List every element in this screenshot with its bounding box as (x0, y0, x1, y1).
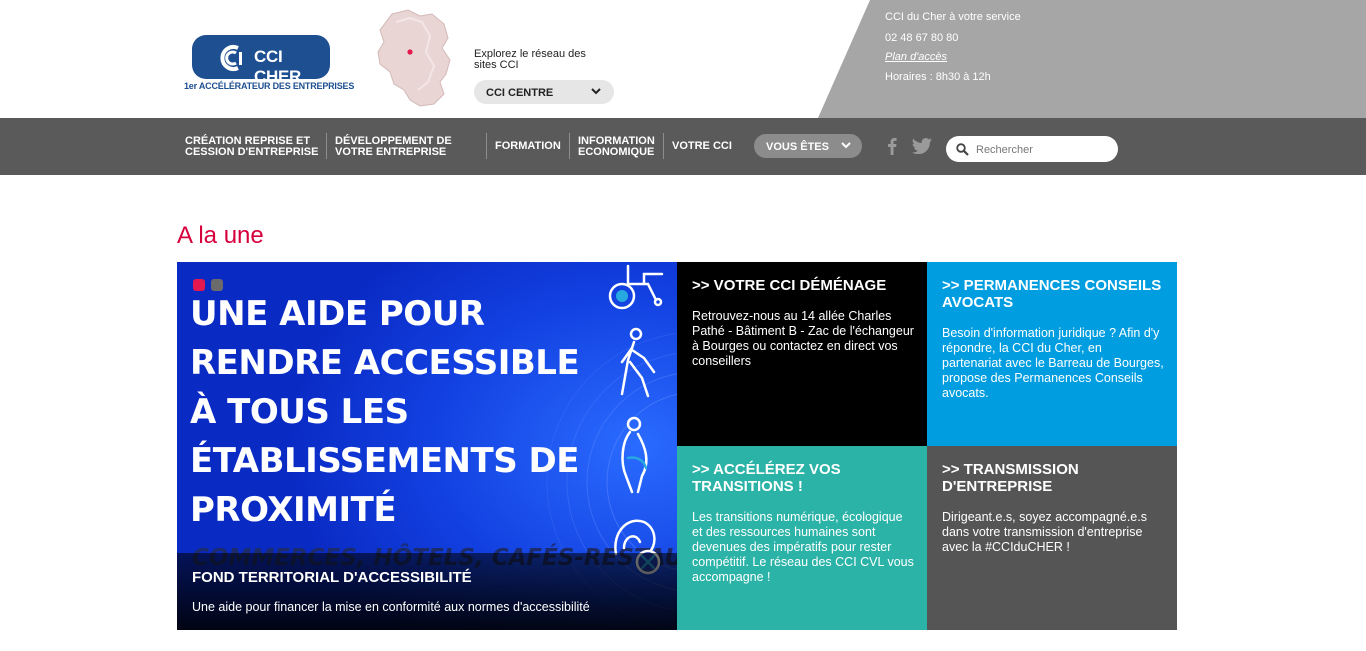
chevron-down-icon (841, 142, 851, 149)
tile-title: >> TRANSMISSION D'ENTREPRISE (942, 461, 1079, 495)
slide-headline: UNE AIDE POUR RENDRE ACCESSIBLE À TOUS L… (190, 294, 580, 530)
search-input[interactable] (974, 140, 1114, 160)
contact-phone[interactable]: 02 48 67 80 80 (885, 32, 958, 44)
nav-item-creation-reprise[interactable]: CRÉATION REPRISE ET CESSION D'ENTREPRISE (185, 136, 323, 158)
cci-logo-icon (220, 45, 242, 71)
cci-network-select-label: CCI CENTRE (486, 87, 554, 99)
slide-caption-title[interactable]: FOND TERRITORIAL D'ACCESSIBILITÉ (192, 569, 472, 586)
tile-votre-cci-demenage[interactable]: >> VOTRE CCI DÉMÉNAGE Retrouvez-nous au … (677, 262, 927, 446)
explore-network-text: Explorez le réseau des sites CCI (474, 48, 586, 71)
cher-department-map-icon[interactable] (370, 8, 455, 108)
contact-service-text: CCI du Cher à votre service (885, 11, 1021, 23)
search-icon[interactable] (956, 143, 969, 156)
tile-title: >> PERMANENCES CONSEILS AVOCATS (942, 277, 1162, 311)
tile-transmission-entreprise[interactable]: >> TRANSMISSION D'ENTREPRISE Dirigeant.e… (927, 446, 1177, 630)
opening-hours: Horaires : 8h30 à 12h (885, 71, 991, 83)
nav-item-information-economique[interactable]: INFORMATION ECONOMIQUE (578, 136, 660, 158)
pregnant-person-icon (621, 416, 648, 494)
slide-caption-text: Une aide pour financer la mise en confor… (192, 600, 590, 614)
contact-block: CCI du Cher à votre service 02 48 67 80 … (818, 0, 1366, 118)
search-box (946, 136, 1118, 162)
tile-body: Dirigeant.e.s, soyez accompagné.e.s dans… (942, 510, 1147, 554)
tile-body: Les transitions numérique, écologique et… (692, 510, 914, 584)
tile-title: >> VOTRE CCI DÉMÉNAGE (692, 277, 887, 294)
tile-body: Besoin d'information juridique ? Afin d'… (942, 326, 1164, 400)
section-title: A la une (177, 222, 264, 249)
featured-slider[interactable]: UNE AIDE POUR RENDRE ACCESSIBLE À TOUS L… (177, 262, 677, 630)
accessibility-icons (608, 264, 664, 575)
nav-divider (486, 133, 487, 159)
twitter-icon[interactable] (912, 138, 932, 154)
logo-tagline: 1er ACCÉLÉRATEUR DES ENTREPRISES (184, 81, 355, 91)
nav-item-developpement[interactable]: DÉVELOPPEMENT DE VOTRE ENTREPRISE (335, 136, 465, 158)
nav-item-formation[interactable]: FORMATION (495, 141, 561, 152)
tile-title: >> ACCÉLÉREZ VOS TRANSITIONS ! (692, 461, 841, 495)
nav-divider (326, 133, 327, 159)
logo-badge: CCI CHER (192, 35, 330, 86)
vous-etes-label: VOUS ÊTES (766, 141, 829, 153)
nav-item-votre-cci[interactable]: VOTRE CCI (672, 141, 732, 152)
tile-permanences-conseils-avocats[interactable]: >> PERMANENCES CONSEILS AVOCATS Besoin d… (927, 262, 1177, 446)
tile-accelerez-vos-transitions[interactable]: >> ACCÉLÉREZ VOS TRANSITIONS ! Les trans… (677, 446, 927, 630)
wheelchair-icon (608, 264, 664, 310)
tile-body: Retrouvez-nous au 14 allée Charles Pathé… (692, 309, 914, 368)
chevron-down-icon (591, 88, 601, 95)
cci-cher-logo[interactable]: CCI CHER 1er ACCÉLÉRATEUR DES ENTREPRISE… (181, 30, 354, 94)
main-navigation: CRÉATION REPRISE ET CESSION D'ENTREPRISE… (0, 118, 1366, 175)
site-header: CCI CHER 1er ACCÉLÉRATEUR DES ENTREPRISE… (0, 0, 1366, 118)
access-map-link[interactable]: Plan d'accès (885, 51, 947, 63)
nav-divider (569, 133, 570, 159)
walking-person-icon (620, 327, 656, 398)
vous-etes-dropdown[interactable]: VOUS ÊTES (754, 134, 862, 158)
facebook-icon[interactable] (886, 137, 898, 155)
nav-divider (663, 133, 664, 159)
cci-network-select[interactable]: CCI CENTRE (474, 80, 614, 104)
slide-caption: FOND TERRITORIAL D'ACCESSIBILITÉ Une aid… (177, 553, 677, 630)
